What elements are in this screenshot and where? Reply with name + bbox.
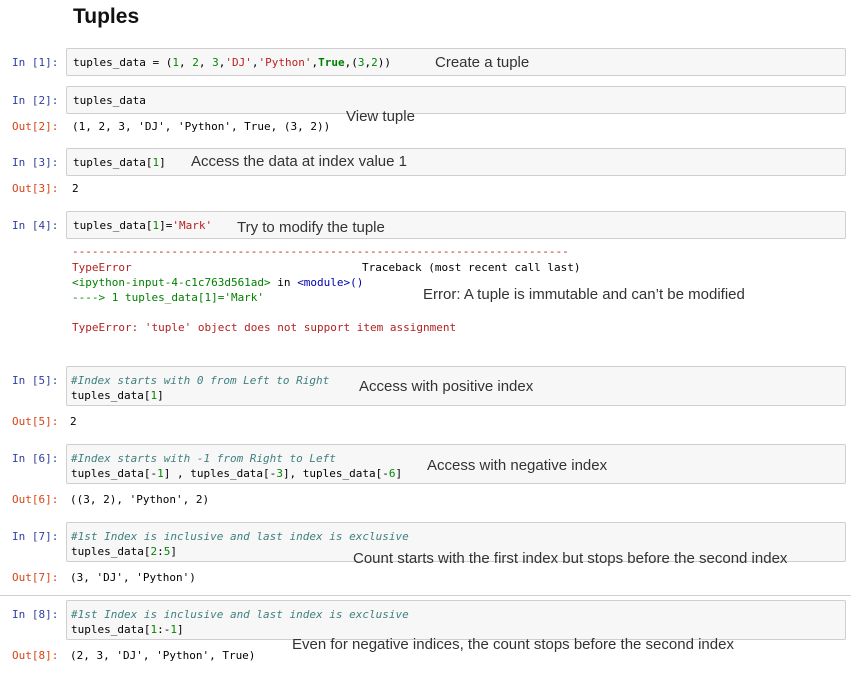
code-cell-2[interactable]: tuples_data — [66, 86, 846, 114]
in-prompt-6: In [6]: — [12, 452, 59, 465]
annotation-view-tuple: View tuple — [346, 108, 415, 125]
code-cell-8[interactable]: #1st Index is inclusive and last index i… — [66, 600, 846, 640]
annotation-create-tuple: Create a tuple — [435, 54, 530, 71]
out-prompt-5: Out[5]: — [12, 415, 59, 428]
annotation-negative-index: Access with negative index — [427, 457, 608, 474]
page-title: Tuples — [73, 5, 140, 28]
in-prompt-4: In [4]: — [12, 219, 59, 232]
code-line-3: tuples_data[1] — [73, 156, 166, 169]
annotation-slice-count: Count starts with the first index but st… — [353, 550, 788, 567]
code-line-6: tuples_data[-1] , tuples_data[-3], tuple… — [71, 467, 403, 480]
in-prompt-7: In [7]: — [12, 530, 59, 543]
code-cell-4[interactable]: tuples_data[1]='Mark' — [66, 211, 846, 239]
code-comment-8: #1st Index is inclusive and last index i… — [71, 608, 409, 621]
code-comment-5: #Index starts with 0 from Left to Right — [71, 374, 330, 387]
code-comment-7: #1st Index is inclusive and last index i… — [71, 530, 409, 543]
code-line-7: tuples_data[2:5] — [71, 545, 177, 558]
code-line-4: tuples_data[1]='Mark' — [73, 219, 213, 232]
traceback-module-ref: <module>() — [297, 276, 364, 289]
out-prompt-6: Out[6]: — [12, 493, 59, 506]
code-line-8: tuples_data[1:-1] — [71, 623, 184, 636]
output-2: (1, 2, 3, 'DJ', 'Python', True, (3, 2)) — [72, 120, 331, 133]
output-3: 2 — [72, 182, 79, 195]
output-6: ((3, 2), 'Python', 2) — [70, 493, 210, 506]
output-7: (3, 'DJ', 'Python') — [70, 571, 196, 584]
traceback-label: Traceback (most recent call last) — [362, 261, 581, 274]
traceback-in-text: in — [270, 276, 298, 289]
out-prompt-7: Out[7]: — [12, 571, 59, 584]
out-prompt-8: Out[8]: — [12, 649, 59, 662]
annotation-positive-index: Access with positive index — [359, 378, 534, 395]
annotation-modify-tuple: Try to modify the tuple — [237, 219, 385, 236]
in-prompt-3: In [3]: — [12, 156, 59, 169]
annotation-immutable-error: Error: A tuple is immutable and can’t be… — [423, 286, 745, 303]
traceback-error-name: TypeError — [72, 261, 132, 274]
traceback-input-ref: <ipython-input-4-c1c763d561ad> — [72, 276, 271, 289]
annotation-access-index: Access the data at index value 1 — [191, 153, 407, 170]
code-cell-3[interactable]: tuples_data[1] — [66, 148, 846, 176]
in-prompt-2: In [2]: — [12, 94, 59, 107]
output-5: 2 — [70, 415, 77, 428]
output-8: (2, 3, 'DJ', 'Python', True) — [70, 649, 256, 662]
code-line-5: tuples_data[1] — [71, 389, 164, 402]
out-prompt-3: Out[3]: — [12, 182, 59, 195]
traceback-input-line: <ipython-input-4-c1c763d561ad> in <modul… — [72, 276, 363, 289]
traceback-dashes: ----------------------------------------… — [72, 245, 569, 258]
cell-divider — [0, 595, 851, 596]
code-comment-6: #Index starts with -1 from Right to Left — [71, 452, 336, 465]
in-prompt-5: In [5]: — [12, 374, 59, 387]
code-line-2: tuples_data — [73, 94, 146, 107]
annotation-negative-slice: Even for negative indices, the count sto… — [292, 636, 734, 653]
traceback-message: TypeError: 'tuple' object does not suppo… — [72, 321, 457, 334]
in-prompt-1: In [1]: — [12, 56, 59, 69]
code-line-1: tuples_data = (1, 2, 3,'DJ','Python',Tru… — [73, 56, 391, 69]
out-prompt-2: Out[2]: — [12, 120, 59, 133]
traceback-arrow-line: ----> 1 tuples_data[1]='Mark' — [72, 291, 265, 304]
in-prompt-8: In [8]: — [12, 608, 59, 621]
